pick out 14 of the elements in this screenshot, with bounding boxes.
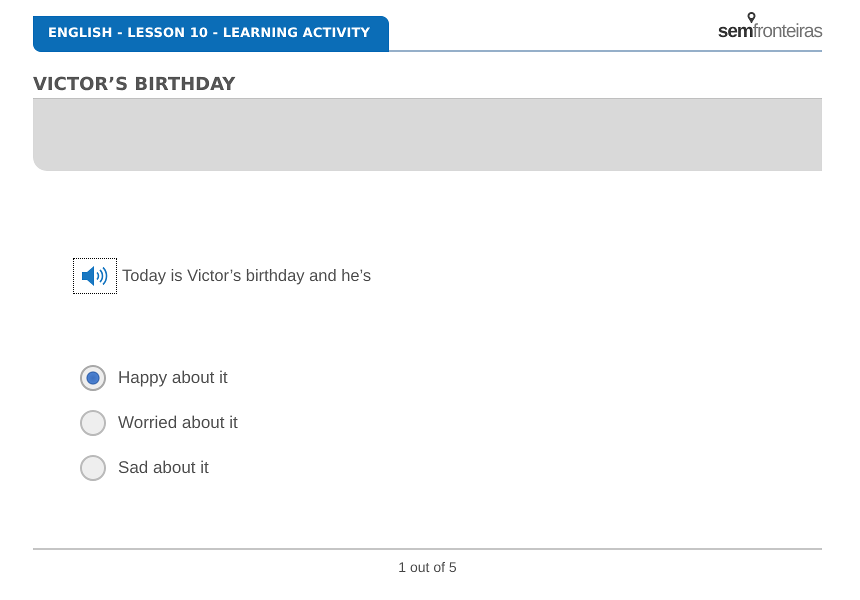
option-label: Worried about it xyxy=(118,412,238,434)
map-pin-icon xyxy=(746,12,756,23)
lesson-title-banner: ENGLISH - LESSON 10 - LEARNING ACTIVITY xyxy=(33,16,389,52)
audio-button[interactable] xyxy=(73,258,117,294)
progress-text: 1 out of 5 xyxy=(398,558,457,577)
option-label: Happy about it xyxy=(118,367,228,390)
question-prompt: Today is Victor’s birthday and he’s xyxy=(122,266,372,287)
activity-title: VICTOR’S BIRTHDAY xyxy=(33,74,236,96)
speaker-icon xyxy=(82,266,108,286)
radio-button[interactable] xyxy=(80,410,106,436)
option-label: Sad about it xyxy=(118,457,209,480)
logo-text: semfronteiras xyxy=(718,23,822,41)
radio-button[interactable] xyxy=(80,455,106,481)
radio-button[interactable] xyxy=(80,365,106,391)
